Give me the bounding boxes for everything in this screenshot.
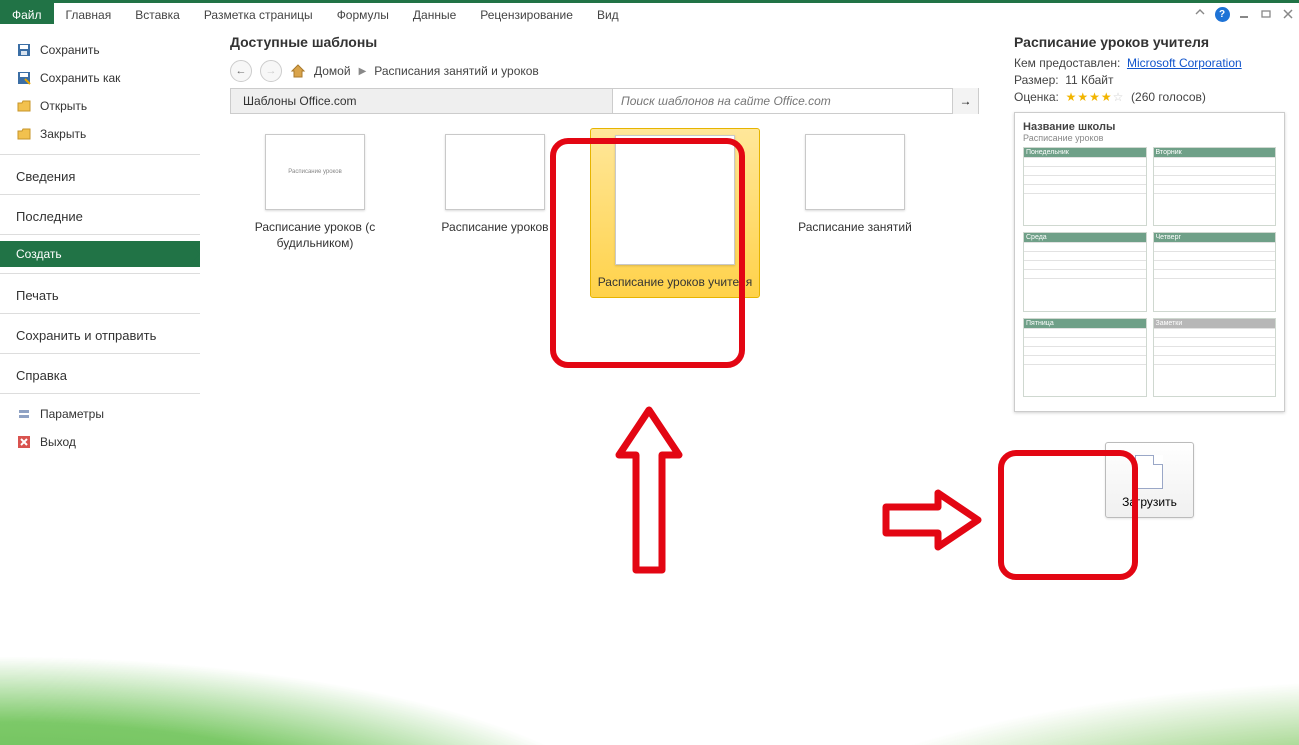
preview-large-thumb: Название школы Расписание уроков Понедел… [1014,112,1285,412]
template-label: Расписание занятий [772,220,938,236]
template-label: Расписание уроков учителя [593,275,757,291]
template-item[interactable]: Расписание уроков Расписание уроков (с б… [230,128,400,298]
template-item[interactable]: Расписание занятий [770,128,940,298]
preview-rating: Оценка: ★★★★☆ (260 голосов) [1014,90,1285,104]
ribbon-tab-view[interactable]: Вид [585,3,631,24]
sidebar-help[interactable]: Справка [0,360,200,387]
template-thumb: Расписание уроков [265,134,365,210]
ribbon-tab-home[interactable]: Главная [54,3,124,24]
window-restore-icon[interactable] [1257,5,1275,23]
open-icon [16,98,32,114]
ribbon-tab-pagelayout[interactable]: Разметка страницы [192,3,325,24]
template-thumb [445,134,545,210]
preview-title: Расписание уроков учителя [1014,34,1285,50]
ribbon-tab-insert[interactable]: Вставка [123,3,192,24]
window-close-icon[interactable] [1279,5,1297,23]
sidebar-label: Выход [40,435,76,449]
save-icon [16,42,32,58]
template-label: Расписание уроков [412,220,578,236]
ribbon-tab-file[interactable]: Файл [0,3,54,24]
template-grid: Расписание уроков Расписание уроков (с б… [230,128,979,298]
sidebar-print[interactable]: Печать [0,280,200,307]
backstage-sidebar: Сохранить Сохранить как Открыть Закрыть … [0,24,200,745]
sidebar-open[interactable]: Открыть [0,92,200,120]
sidebar-options[interactable]: Параметры [0,400,200,428]
home-icon[interactable] [290,63,306,79]
sidebar-label: Параметры [40,407,104,421]
template-item[interactable]: Расписание уроков [410,128,580,298]
template-item-selected[interactable]: Расписание уроков учителя [590,128,760,298]
officecom-bar: Шаблоны Office.com → [230,88,979,114]
ribbon-tab-review[interactable]: Рецензирование [468,3,585,24]
download-label: Загрузить [1122,495,1177,509]
officecom-label: Шаблоны Office.com [231,94,369,108]
preview-size: Размер: 11 Кбайт [1014,73,1285,87]
sidebar-label: Закрыть [40,127,86,141]
preview-provided-by: Кем предоставлен: Microsoft Corporation [1014,56,1285,70]
help-icon[interactable]: ? [1213,5,1231,23]
sidebar-label: Сохранить как [40,71,120,85]
close-folder-icon [16,126,32,142]
sidebar-save-send[interactable]: Сохранить и отправить [0,320,200,347]
chevron-right-icon: ▶ [359,66,367,77]
template-thumb [615,135,735,265]
template-search[interactable] [612,89,952,113]
sidebar-save[interactable]: Сохранить [0,36,200,64]
saveas-icon [16,70,32,86]
document-icon [1135,455,1163,489]
ribbon-tab-data[interactable]: Данные [401,3,468,24]
nav-forward-button[interactable]: → [260,60,282,82]
ribbon-tab-formulas[interactable]: Формулы [325,3,401,24]
sidebar-info[interactable]: Сведения [0,161,200,188]
ribbon-minimize-icon[interactable] [1191,5,1209,23]
template-thumb [805,134,905,210]
options-icon [16,406,32,422]
sidebar-exit[interactable]: Выход [0,428,200,456]
breadcrumb-current: Расписания занятий и уроков [374,64,539,78]
breadcrumb: ← → Домой ▶ Расписания занятий и уроков [230,60,979,82]
sidebar-label: Открыть [40,99,87,113]
templates-area: Доступные шаблоны ← → Домой ▶ Расписания… [200,24,999,745]
area-title: Доступные шаблоны [230,34,979,50]
ribbon: Файл Главная Вставка Разметка страницы Ф… [0,0,1299,24]
sidebar-label: Сохранить [40,43,100,57]
exit-icon [16,434,32,450]
nav-back-button[interactable]: ← [230,60,252,82]
window-minimize-icon[interactable] [1235,5,1253,23]
preview-pane: Расписание уроков учителя Кем предоставл… [999,24,1299,745]
template-label: Расписание уроков (с будильником) [232,220,398,251]
sidebar-saveas[interactable]: Сохранить как [0,64,200,92]
sidebar-new[interactable]: Создать [0,241,200,267]
template-search-input[interactable] [621,94,944,108]
sidebar-recent[interactable]: Последние [0,201,200,228]
rating-stars-icon: ★★★★☆ [1066,90,1125,104]
preview-provider-link[interactable]: Microsoft Corporation [1127,56,1242,70]
search-go-button[interactable]: → [952,88,978,114]
download-button[interactable]: Загрузить [1105,442,1194,518]
breadcrumb-home[interactable]: Домой [314,64,351,78]
sidebar-close[interactable]: Закрыть [0,120,200,148]
